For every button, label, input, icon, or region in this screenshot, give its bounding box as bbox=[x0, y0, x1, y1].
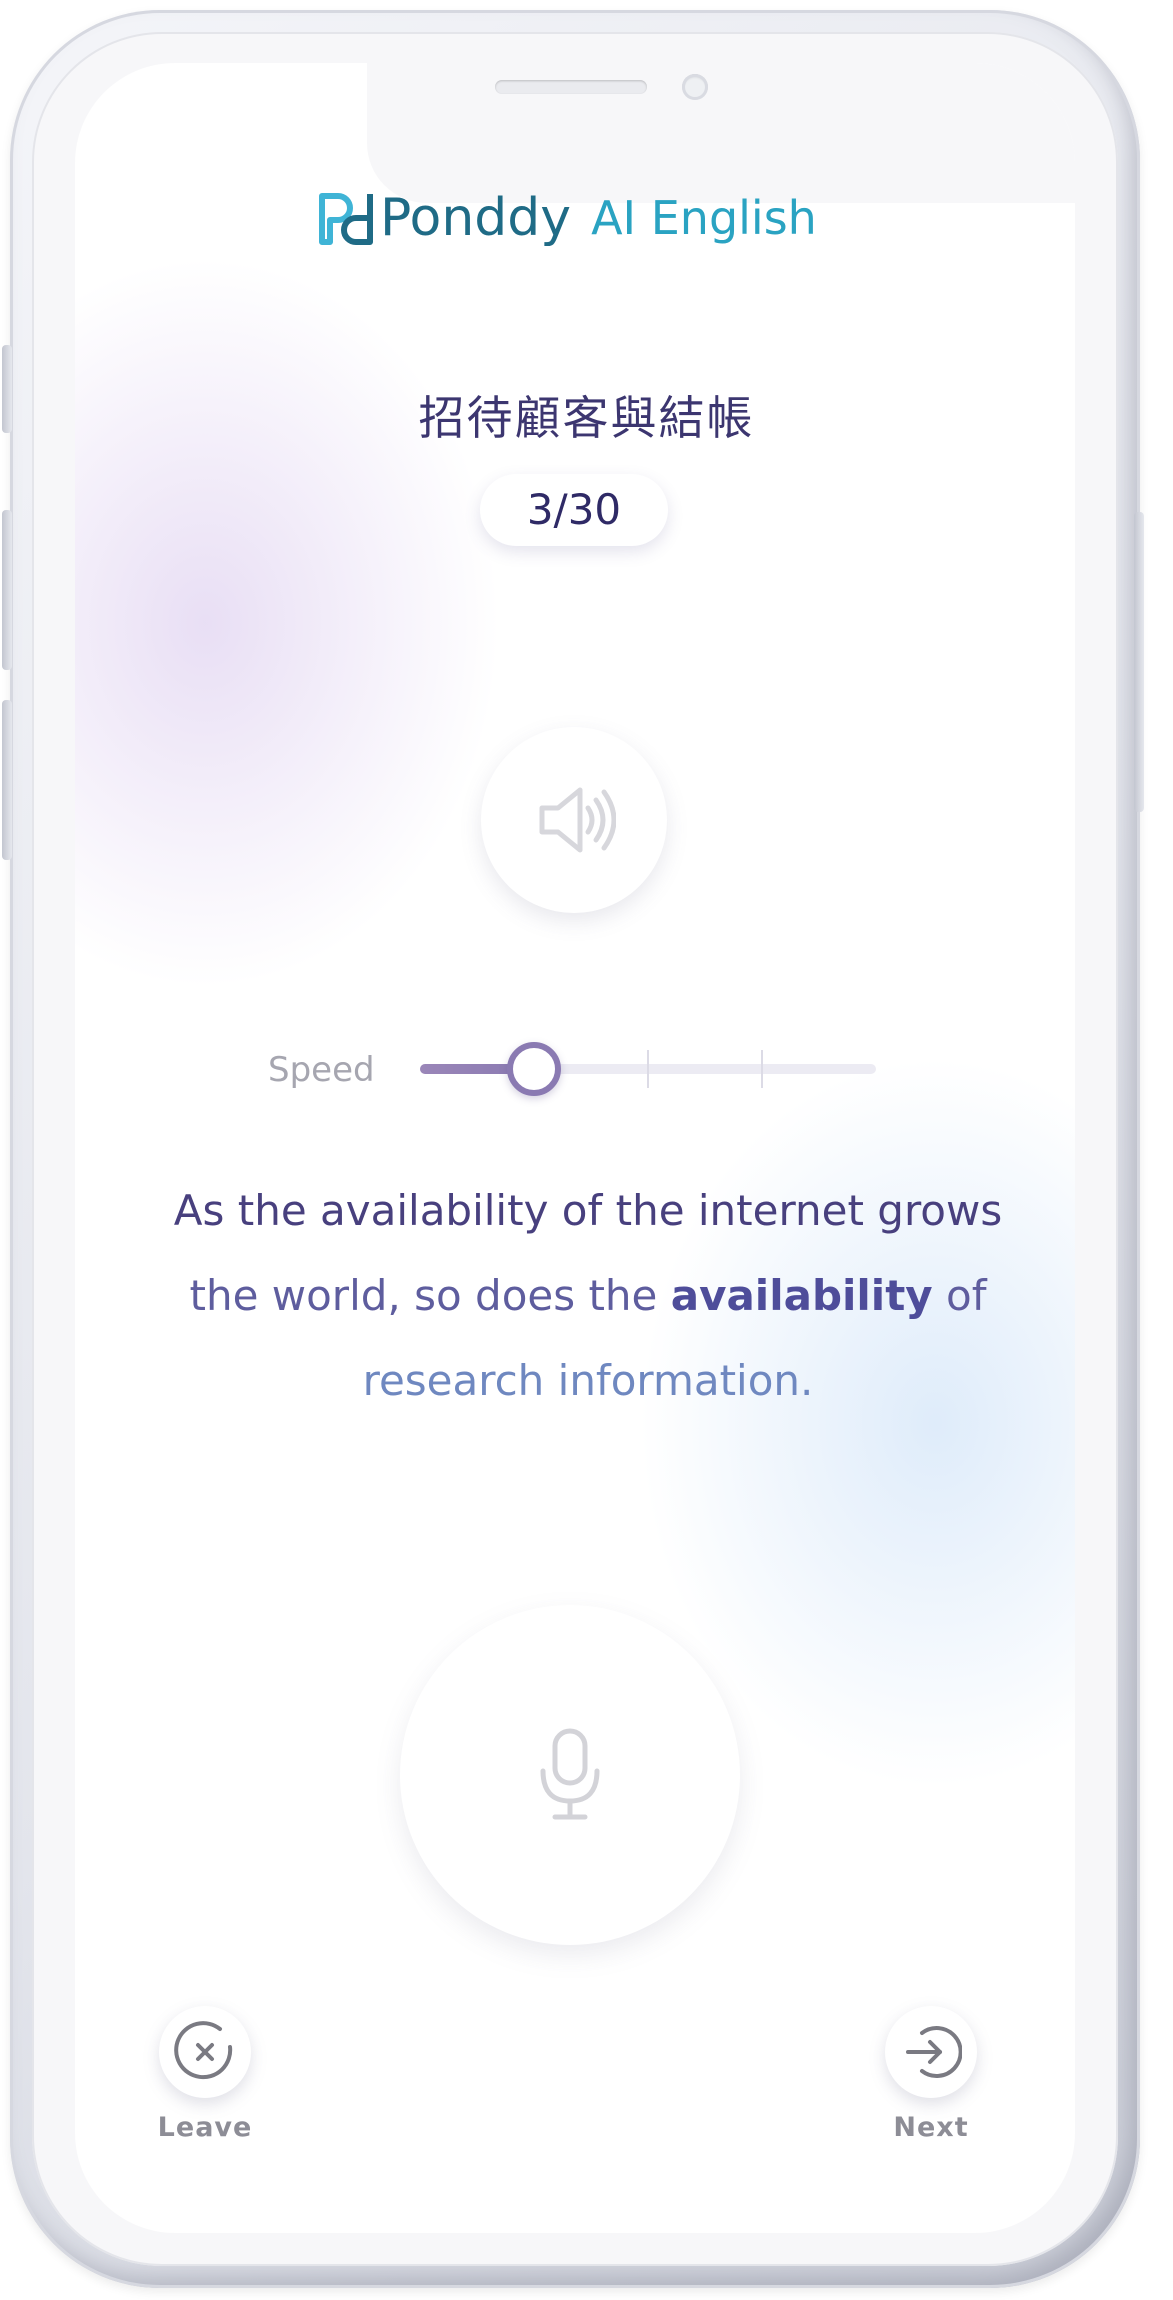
logo-subtitle: AI English bbox=[591, 191, 817, 245]
sentence-text: the world, so does the bbox=[189, 1271, 658, 1320]
leave-label: Leave bbox=[157, 2112, 253, 2143]
play-audio-button[interactable] bbox=[481, 727, 667, 913]
microphone-icon bbox=[540, 1728, 600, 1820]
ponddy-logo-icon bbox=[319, 193, 373, 245]
lesson-title: 招待顧客與結帳 bbox=[418, 391, 755, 445]
next-label: Next bbox=[893, 2112, 969, 2143]
speed-slider-tick bbox=[761, 1050, 763, 1088]
next-button-circle[interactable] bbox=[885, 2006, 977, 2098]
speed-slider-tick bbox=[647, 1050, 649, 1088]
front-camera bbox=[682, 74, 708, 100]
sentence-line-1: As the availability of the internet grow… bbox=[173, 1186, 1003, 1235]
sentence-line-3: research information. bbox=[362, 1356, 814, 1405]
volume-down-button bbox=[2, 700, 12, 860]
close-circle-icon bbox=[174, 2021, 233, 2080]
highlighted-word: availability bbox=[670, 1271, 933, 1320]
sign-in-arrow-icon bbox=[906, 2026, 962, 2078]
sentence-line-2: the world, so does the availability of bbox=[120, 1253, 1056, 1338]
earpiece-speaker bbox=[495, 80, 647, 94]
notch bbox=[367, 63, 1075, 203]
record-button[interactable] bbox=[400, 1605, 740, 1945]
logo-wordmark: Ponddy bbox=[380, 188, 572, 248]
next-button[interactable]: Next bbox=[876, 2006, 986, 2143]
app-logo: Ponddy AI English bbox=[318, 188, 817, 248]
sentence-text: of bbox=[946, 1271, 987, 1320]
speed-label: Speed bbox=[268, 1050, 375, 1090]
practice-sentence: As the availability of the internet grow… bbox=[120, 1168, 1056, 1423]
power-button bbox=[1134, 512, 1144, 812]
leave-button-circle[interactable] bbox=[159, 2006, 251, 2098]
speed-slider-thumb[interactable] bbox=[507, 1042, 561, 1096]
volume-up-button bbox=[2, 510, 12, 670]
progress-counter: 3/30 bbox=[480, 474, 668, 546]
speaker-icon bbox=[539, 787, 616, 853]
leave-button[interactable]: Leave bbox=[150, 2006, 260, 2143]
